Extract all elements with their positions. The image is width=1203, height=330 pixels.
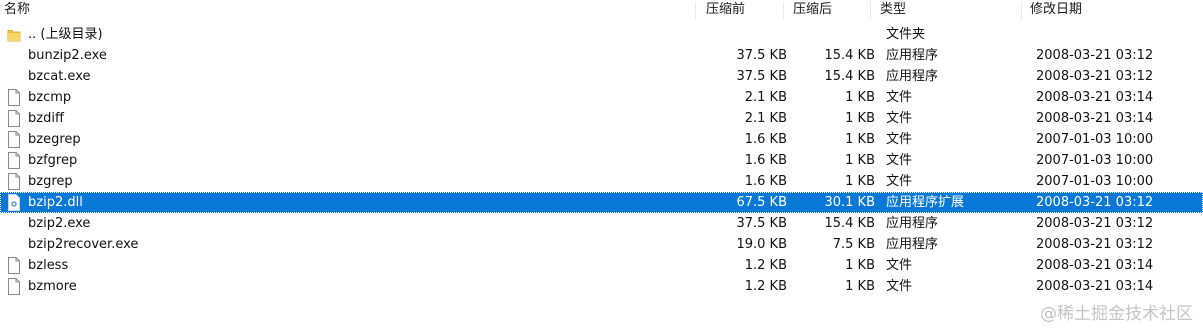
file-modified: 2007-01-03 10:00 bbox=[1036, 174, 1154, 189]
file-row[interactable]: bzcat.exe 37.5 KB 15.4 KB 应用程序 2008-03-21 03… bbox=[0, 66, 1203, 87]
file-size: 1.2 KB bbox=[744, 279, 787, 294]
file-modified: 2007-01-03 10:00 bbox=[1036, 153, 1154, 168]
file-list: .. (上级目录) 文件夹 bunzip2.exe 37.5 KB 15.4 KB 应用程… bbox=[0, 24, 1203, 297]
column-header: 名称 压缩前 压缩后 类型 修改日期 bbox=[0, 0, 1203, 23]
dll-icon bbox=[7, 194, 21, 211]
file-type: 应用程序扩展 bbox=[886, 195, 965, 210]
file-name: bzdiff bbox=[28, 111, 64, 126]
file-packed-size: 1 KB bbox=[845, 279, 875, 294]
file-type: 文件夹 bbox=[886, 27, 926, 42]
file-packed-size: 7.5 KB bbox=[832, 237, 875, 252]
file-icon bbox=[7, 173, 21, 190]
file-type: 文件 bbox=[886, 90, 913, 105]
file-type: 应用程序 bbox=[886, 216, 939, 231]
file-name: bzip2.dll bbox=[28, 195, 83, 210]
file-row[interactable]: .. (上级目录) 文件夹 bbox=[0, 24, 1203, 45]
file-name: bzip2.exe bbox=[28, 216, 91, 231]
watermark: @稀土掘金技术社区 bbox=[1040, 304, 1193, 324]
file-name: bzmore bbox=[28, 279, 77, 294]
file-icon bbox=[7, 110, 21, 127]
file-row[interactable]: bzless 1.2 KB 1 KB 文件 2008-03-21 03:14 bbox=[0, 255, 1203, 276]
file-name: bzcat.exe bbox=[28, 69, 91, 84]
column-packed[interactable]: 压缩后 bbox=[793, 1, 832, 21]
column-modified[interactable]: 修改日期 bbox=[1030, 1, 1082, 21]
file-row[interactable]: bzip2recover.exe 19.0 KB 7.5 KB 应用程序 2008-03… bbox=[0, 234, 1203, 255]
file-packed-size: 1 KB bbox=[845, 258, 875, 273]
file-row[interactable]: bzfgrep 1.6 KB 1 KB 文件 2007-01-03 10:00 bbox=[0, 150, 1203, 171]
file-size bbox=[690, 24, 787, 45]
file-row[interactable]: bunzip2.exe 37.5 KB 15.4 KB 应用程序 2008-03-21 … bbox=[0, 45, 1203, 66]
file-name: bzfgrep bbox=[28, 153, 78, 168]
column-type[interactable]: 类型 bbox=[880, 1, 906, 21]
file-row[interactable]: bzdiff 2.1 KB 1 KB 文件 2008-03-21 03:14 bbox=[0, 108, 1203, 129]
file-packed-size: 1 KB bbox=[845, 132, 875, 147]
file-size: 1.6 KB bbox=[744, 132, 787, 147]
file-packed-size: 30.1 KB bbox=[824, 195, 875, 210]
file-modified: 2008-03-21 03:14 bbox=[1036, 90, 1154, 105]
file-icon bbox=[7, 278, 21, 295]
file-name: bzgrep bbox=[28, 174, 73, 189]
file-packed-size: 1 KB bbox=[845, 153, 875, 168]
file-modified: 2007-01-03 10:00 bbox=[1036, 132, 1154, 147]
file-name: bzcmp bbox=[28, 90, 72, 105]
column-divider[interactable] bbox=[1021, 2, 1022, 20]
file-packed-size: 1 KB bbox=[845, 111, 875, 126]
file-icon bbox=[7, 131, 21, 148]
file-size: 67.5 KB bbox=[736, 195, 787, 210]
file-size: 1.2 KB bbox=[744, 258, 787, 273]
file-type: 文件 bbox=[886, 174, 913, 189]
file-size: 2.1 KB bbox=[744, 90, 787, 105]
file-row[interactable]: bzip2.exe 37.5 KB 15.4 KB 应用程序 2008-03-21 03… bbox=[0, 213, 1203, 234]
file-modified: 2008-03-21 03:12 bbox=[1036, 237, 1154, 252]
file-row[interactable]: bzip2.dll 67.5 KB 30.1 KB 应用程序扩展 2008-03-21 … bbox=[0, 192, 1203, 213]
file-type: 文件 bbox=[886, 111, 913, 126]
file-size: 37.5 KB bbox=[736, 69, 787, 84]
folder-icon bbox=[7, 26, 21, 43]
file-packed-size bbox=[790, 24, 875, 45]
file-packed-size: 1 KB bbox=[845, 174, 875, 189]
file-row[interactable]: bzegrep 1.6 KB 1 KB 文件 2007-01-03 10:00 bbox=[0, 129, 1203, 150]
file-size: 2.1 KB bbox=[744, 111, 787, 126]
file-size: 37.5 KB bbox=[736, 216, 787, 231]
file-modified: 2008-03-21 03:12 bbox=[1036, 195, 1154, 210]
file-type: 文件 bbox=[886, 279, 913, 294]
file-icon bbox=[7, 257, 21, 274]
file-modified bbox=[1036, 24, 1196, 45]
file-icon bbox=[7, 152, 21, 169]
file-type: 应用程序 bbox=[886, 69, 939, 84]
file-size: 19.0 KB bbox=[736, 237, 787, 252]
file-name: bzip2recover.exe bbox=[28, 237, 139, 252]
file-name: bunzip2.exe bbox=[28, 48, 107, 63]
file-size: 1.6 KB bbox=[744, 153, 787, 168]
file-modified: 2008-03-21 03:12 bbox=[1036, 216, 1154, 231]
file-modified: 2008-03-21 03:12 bbox=[1036, 48, 1154, 63]
column-name[interactable]: 名称 bbox=[4, 1, 30, 21]
file-name: bzegrep bbox=[28, 132, 81, 147]
column-divider[interactable] bbox=[783, 2, 784, 20]
file-type: 文件 bbox=[886, 153, 913, 168]
file-type: 应用程序 bbox=[886, 48, 939, 63]
file-packed-size: 15.4 KB bbox=[824, 216, 875, 231]
column-size[interactable]: 压缩前 bbox=[706, 1, 745, 21]
column-divider[interactable] bbox=[870, 2, 871, 20]
file-size: 37.5 KB bbox=[736, 48, 787, 63]
file-modified: 2008-03-21 03:12 bbox=[1036, 69, 1154, 84]
file-packed-size: 1 KB bbox=[845, 90, 875, 105]
file-row[interactable]: bzmore 1.2 KB 1 KB 文件 2008-03-21 03:14 bbox=[0, 276, 1203, 297]
file-size: 1.6 KB bbox=[744, 174, 787, 189]
file-row[interactable]: bzcmp 2.1 KB 1 KB 文件 2008-03-21 03:14 bbox=[0, 87, 1203, 108]
file-packed-size: 15.4 KB bbox=[824, 69, 875, 84]
file-modified: 2008-03-21 03:14 bbox=[1036, 111, 1154, 126]
file-type: 应用程序 bbox=[886, 237, 939, 252]
file-modified: 2008-03-21 03:14 bbox=[1036, 279, 1154, 294]
column-divider[interactable] bbox=[695, 2, 696, 20]
file-modified: 2008-03-21 03:14 bbox=[1036, 258, 1154, 273]
file-type: 文件 bbox=[886, 258, 913, 273]
file-type: 文件 bbox=[886, 132, 913, 147]
file-icon bbox=[7, 89, 21, 106]
file-row[interactable]: bzgrep 1.6 KB 1 KB 文件 2007-01-03 10:00 bbox=[0, 171, 1203, 192]
file-packed-size: 15.4 KB bbox=[824, 48, 875, 63]
file-name: .. (上级目录) bbox=[28, 27, 103, 42]
file-name: bzless bbox=[28, 258, 69, 273]
